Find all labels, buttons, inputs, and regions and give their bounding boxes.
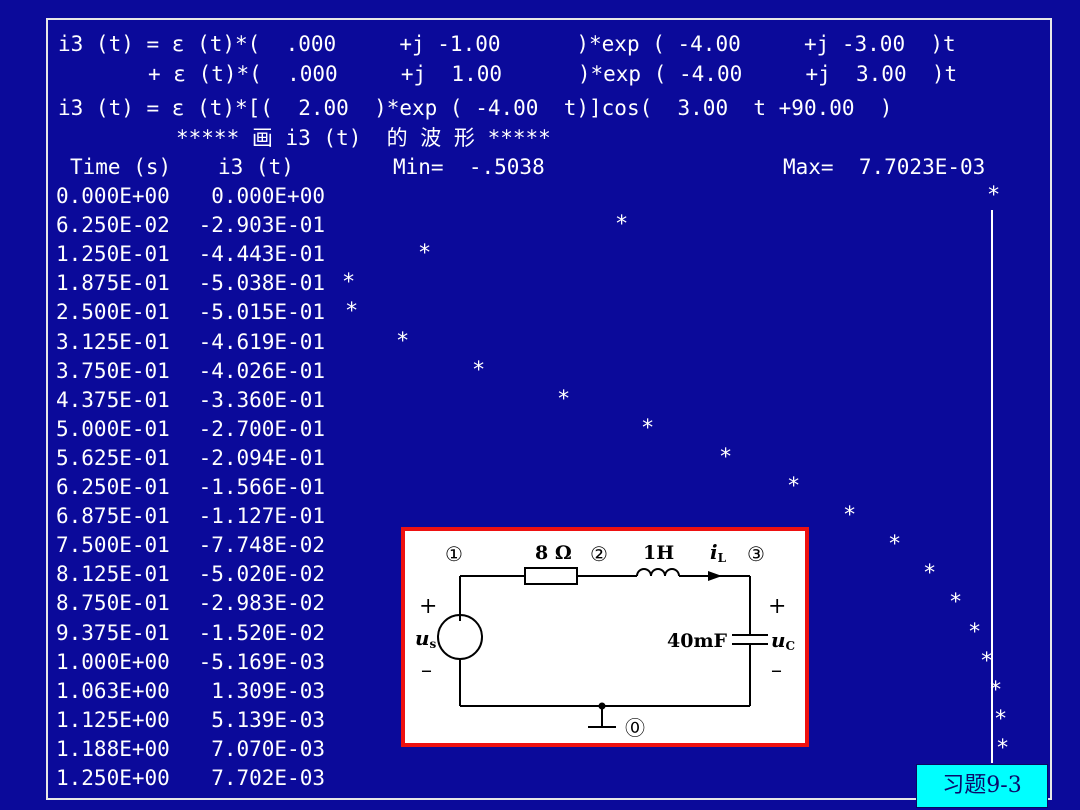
cap-minus: – <box>771 658 782 683</box>
source-minus: – <box>421 658 432 683</box>
equation-line-1: i3 (t) = ε (t)*( .000 +j -1.00 )*exp ( -… <box>58 32 956 56</box>
plot-marker: * <box>968 620 982 645</box>
table-cell-value: -5.169E-03 <box>198 650 325 674</box>
max-label: Max= 7.7023E-03 <box>783 155 986 179</box>
inductor-label: 1H <box>643 542 674 564</box>
plot-marker: * <box>949 590 963 615</box>
capacitor-label: 40mF <box>667 630 728 652</box>
table-cell-value: -4.443E-01 <box>198 242 325 266</box>
plot-marker: * <box>787 474 801 499</box>
table-cell-value: -5.020E-02 <box>198 562 325 586</box>
table-cell-time: 1.250E-01 <box>56 242 170 266</box>
table-cell-time: 6.875E-01 <box>56 504 170 528</box>
plot-marker: * <box>996 736 1010 761</box>
table-cell-value: -5.015E-01 <box>198 300 325 324</box>
equation-line-2: + ε (t)*( .000 +j 1.00 )*exp ( -4.00 +j … <box>148 62 958 86</box>
table-cell-value: -2.983E-02 <box>198 591 325 615</box>
table-cell-value: -3.360E-01 <box>198 388 325 412</box>
plot-marker: * <box>615 212 629 237</box>
table-cell-time: 1.188E+00 <box>56 737 170 761</box>
table-cell-time: 8.750E-01 <box>56 591 170 615</box>
table-cell-time: 3.125E-01 <box>56 330 170 354</box>
circuit-schematic: ① 8 Ω ② 1H iL ③ + us – + 40mF uC – ⓪ <box>415 540 795 740</box>
plot-marker: * <box>843 503 857 528</box>
table-cell-value: -2.700E-01 <box>198 417 325 441</box>
table-cell-time: 5.000E-01 <box>56 417 170 441</box>
table-cell-value: -4.026E-01 <box>198 359 325 383</box>
table-cell-value: 7.702E-03 <box>211 766 325 790</box>
node-3-label: ③ <box>747 542 765 566</box>
table-cell-time: 8.125E-01 <box>56 562 170 586</box>
plot-marker: * <box>641 416 655 441</box>
table-cell-time: 0.000E+00 <box>56 184 170 208</box>
column-header-i3: i3 (t) <box>218 155 294 179</box>
table-cell-time: 3.750E-01 <box>56 359 170 383</box>
resistor-label: 8 Ω <box>535 542 572 564</box>
table-cell-time: 6.250E-01 <box>56 475 170 499</box>
node-1-label: ① <box>445 542 463 566</box>
plot-marker: * <box>994 707 1008 732</box>
plot-marker: * <box>418 241 432 266</box>
table-cell-time: 9.375E-01 <box>56 621 170 645</box>
table-cell-value: -5.038E-01 <box>198 271 325 295</box>
plot-marker: * <box>472 358 486 383</box>
table-cell-time: 6.250E-02 <box>56 213 170 237</box>
table-cell-value: 1.309E-03 <box>211 679 325 703</box>
table-cell-value: 7.070E-03 <box>211 737 325 761</box>
table-cell-time: 1.000E+00 <box>56 650 170 674</box>
plot-marker: * <box>888 532 902 557</box>
table-cell-time: 4.375E-01 <box>56 388 170 412</box>
cap-voltage-label: uC <box>771 628 795 653</box>
node-2-label: ② <box>590 542 608 566</box>
table-cell-time: 1.250E+00 <box>56 766 170 790</box>
plot-marker: * <box>980 649 994 674</box>
plot-marker: * <box>396 329 410 354</box>
table-cell-value: -7.748E-02 <box>198 533 325 557</box>
table-cell-value: -2.094E-01 <box>198 446 325 470</box>
table-cell-value: -1.566E-01 <box>198 475 325 499</box>
table-cell-value: -1.127E-01 <box>198 504 325 528</box>
table-cell-value: -2.903E-01 <box>198 213 325 237</box>
table-cell-time: 5.625E-01 <box>56 446 170 470</box>
table-cell-time: 7.500E-01 <box>56 533 170 557</box>
current-label: iL <box>710 540 727 565</box>
cap-plus: + <box>768 594 786 619</box>
table-cell-time: 1.125E+00 <box>56 708 170 732</box>
plot-marker: * <box>719 445 733 470</box>
table-cell-value: 0.000E+00 <box>211 184 325 208</box>
table-cell-time: 2.500E-01 <box>56 300 170 324</box>
plot-marker: * <box>923 561 937 586</box>
plot-marker: * <box>987 183 1001 208</box>
table-cell-value: -4.619E-01 <box>198 330 325 354</box>
column-header-time: Time (s) <box>70 155 172 179</box>
table-cell-value: 5.139E-03 <box>211 708 325 732</box>
source-label: us <box>415 626 437 651</box>
source-plus: + <box>419 594 437 619</box>
table-cell-value: -1.520E-02 <box>198 621 325 645</box>
table-cell-time: 1.063E+00 <box>56 679 170 703</box>
equation-line-3: i3 (t) = ε (t)*[( 2.00 )*exp ( -4.00 t)]… <box>58 96 893 120</box>
table-cell-time: 1.875E-01 <box>56 271 170 295</box>
plot-title: ***** 画 i3 (t) 的 波 形 ***** <box>176 126 551 150</box>
plot-marker: * <box>989 678 1003 703</box>
plot-marker: * <box>345 299 359 324</box>
ground-node-label: ⓪ <box>625 716 645 740</box>
exercise-tag: 习题9-3 <box>916 764 1048 808</box>
min-label: Min= -.5038 <box>393 155 545 179</box>
plot-marker: * <box>557 387 571 412</box>
plot-marker: * <box>342 270 356 295</box>
circuit-diagram: ① 8 Ω ② 1H iL ③ + us – + 40mF uC – ⓪ <box>401 527 809 747</box>
